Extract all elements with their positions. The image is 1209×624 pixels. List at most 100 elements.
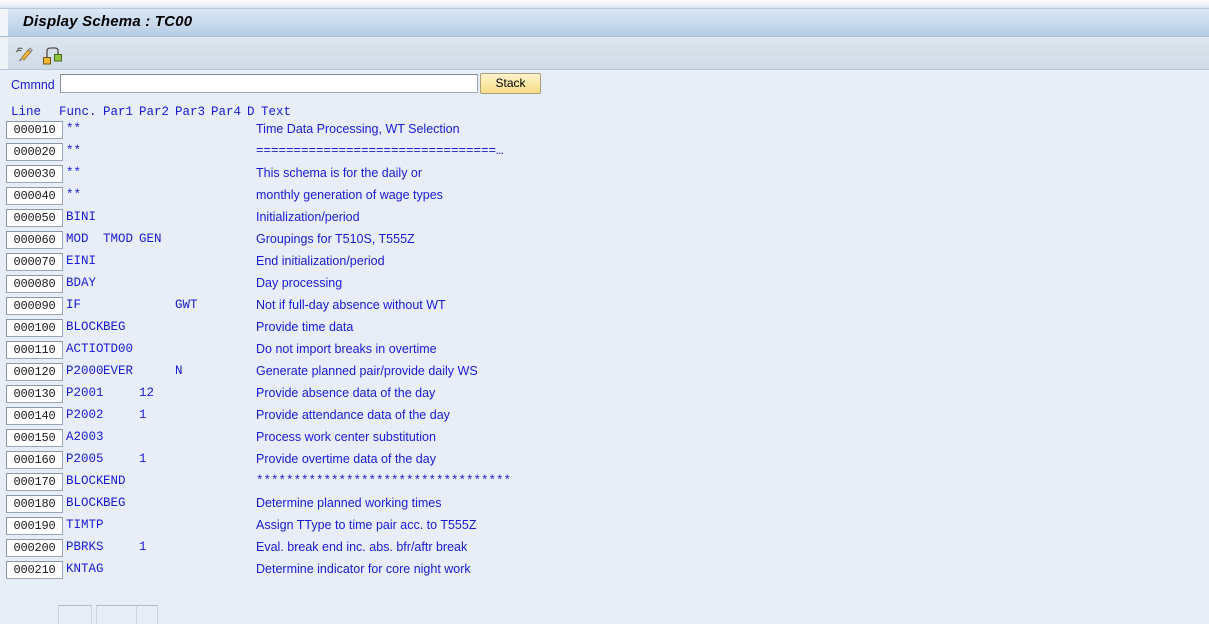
- cell-par1: BEG: [103, 496, 126, 510]
- line-number-box[interactable]: 000020: [6, 143, 63, 161]
- command-input[interactable]: [60, 74, 478, 93]
- cell-text: End initialization/period: [256, 254, 385, 268]
- cell-func: P2002: [66, 408, 104, 422]
- cell-par2: 1: [139, 408, 147, 422]
- cell-func: **: [66, 188, 82, 202]
- command-row: Cmmnd Stack: [0, 71, 1209, 102]
- cell-func: MOD: [66, 232, 89, 246]
- table-row[interactable]: 000070 EINI End initialization/period: [0, 253, 1209, 275]
- cell-text: ================================…: [256, 144, 504, 158]
- line-number-box[interactable]: 000170: [6, 473, 63, 491]
- cell-func: **: [66, 166, 82, 180]
- cell-func: **: [66, 122, 82, 136]
- cell-par3: GWT: [175, 298, 198, 312]
- cell-func: **: [66, 144, 82, 158]
- table-row[interactable]: 000160 P2005 1 Provide overtime data of the…: [0, 451, 1209, 473]
- cell-func: P2000: [66, 364, 104, 378]
- cell-text: Determine indicator for core night work: [256, 562, 471, 576]
- cell-text: Generate planned pair/provide daily WS: [256, 364, 478, 378]
- line-number-box[interactable]: 000150: [6, 429, 63, 447]
- line-number-box[interactable]: 000160: [6, 451, 63, 469]
- table-row[interactable]: 000030 ** This schema is for the daily or: [0, 165, 1209, 187]
- table-row[interactable]: 000130 P2001 12 Provide absence data of the…: [0, 385, 1209, 407]
- table-row[interactable]: 000040 ** monthly generation of wage types: [0, 187, 1209, 209]
- line-number-box[interactable]: 000120: [6, 363, 63, 381]
- cell-text: Eval. break end inc. abs. bfr/aftr break: [256, 540, 468, 554]
- cell-par1: TD00: [103, 342, 134, 356]
- line-number-box[interactable]: 000100: [6, 319, 63, 337]
- structure-hierarchy-icon[interactable]: [40, 42, 64, 66]
- line-number-box[interactable]: 000030: [6, 165, 63, 183]
- table-row[interactable]: 000060 MOD TMOD GEN Groupings for T510S, T55…: [0, 231, 1209, 253]
- schema-table: Line Func. Par1 Par2 Par3 Par4 D Text 00…: [0, 104, 1209, 583]
- cell-func: PBRKS: [66, 540, 104, 554]
- cell-text: Determine planned working times: [256, 496, 442, 510]
- cell-text: Provide overtime data of the day: [256, 452, 436, 466]
- line-number-box[interactable]: 000060: [6, 231, 63, 249]
- table-row[interactable]: 000020 ** ================================…: [0, 143, 1209, 165]
- table-row[interactable]: 000190 TIMTP Assign TType to time pair acc…: [0, 517, 1209, 539]
- cell-par2: 1: [139, 452, 147, 466]
- cell-par2: 12: [139, 386, 155, 400]
- cell-text: Groupings for T510S, T555Z: [256, 232, 415, 246]
- cell-func: P2005: [66, 452, 104, 466]
- table-row[interactable]: 000120 P2000 EVER N Generate planned pair/pr…: [0, 363, 1209, 385]
- bottom-button-1[interactable]: [58, 605, 92, 624]
- cell-func: KNTAG: [66, 562, 104, 576]
- table-row[interactable]: 000200 PBRKS 1 Eval. break end inc. abs. bf…: [0, 539, 1209, 561]
- table-rows: 000010 ** Time Data Processing, WT Selecti…: [0, 121, 1209, 583]
- cell-par3: N: [175, 364, 183, 378]
- line-number-box[interactable]: 000040: [6, 187, 63, 205]
- cell-func: EINI: [66, 254, 97, 268]
- cell-text: Day processing: [256, 276, 343, 290]
- cell-par1: BEG: [103, 320, 126, 334]
- cell-func: BDAY: [66, 276, 97, 290]
- table-row[interactable]: 000150 A2003 Process work center substitut…: [0, 429, 1209, 451]
- table-row[interactable]: 000010 ** Time Data Processing, WT Selecti…: [0, 121, 1209, 143]
- table-row[interactable]: 000100 BLOCK BEG Provide time data: [0, 319, 1209, 341]
- cell-func: BLOCK: [66, 496, 104, 510]
- line-number-box[interactable]: 000070: [6, 253, 63, 271]
- cell-text: Provide absence data of the day: [256, 386, 436, 400]
- table-row[interactable]: 000080 BDAY Day processing: [0, 275, 1209, 297]
- line-number-box[interactable]: 000010: [6, 121, 63, 139]
- line-number-box[interactable]: 000110: [6, 341, 63, 359]
- table-row[interactable]: 000140 P2002 1 Provide attendance data of t…: [0, 407, 1209, 429]
- sap-window: Display Schema : TC00 © www.tutorialkart: [0, 0, 1209, 624]
- table-row[interactable]: 000090 IF GWT Not if full-day absence witho…: [0, 297, 1209, 319]
- column-header-par3: Par3: [175, 105, 206, 119]
- line-number-box[interactable]: 000080: [6, 275, 63, 293]
- cell-func: BINI: [66, 210, 97, 224]
- cell-text: Process work center substitution: [256, 430, 436, 444]
- cell-par1: TMOD: [103, 232, 134, 246]
- title-bar-left-edge: [0, 9, 8, 36]
- edit-pencil-icon[interactable]: [12, 42, 36, 66]
- line-number-box[interactable]: 000140: [6, 407, 63, 425]
- cell-text: **********************************: [256, 474, 512, 488]
- line-number-box[interactable]: 000180: [6, 495, 63, 513]
- line-number-box[interactable]: 000130: [6, 385, 63, 403]
- cell-func: P2001: [66, 386, 104, 400]
- line-number-box[interactable]: 000200: [6, 539, 63, 557]
- cell-func: A2003: [66, 430, 104, 444]
- bottom-button-3[interactable]: [136, 605, 158, 624]
- line-number-box[interactable]: 000190: [6, 517, 63, 535]
- cell-text: Initialization/period: [256, 210, 360, 224]
- stack-button[interactable]: Stack: [480, 73, 541, 94]
- column-header-par1: Par1: [103, 105, 134, 119]
- column-header-line: Line: [11, 105, 42, 119]
- cell-text: Provide time data: [256, 320, 354, 334]
- table-row[interactable]: 000210 KNTAG Determine indicator for core …: [0, 561, 1209, 583]
- line-number-box[interactable]: 000050: [6, 209, 63, 227]
- line-number-box[interactable]: 000090: [6, 297, 63, 315]
- cell-text: Do not import breaks in overtime: [256, 342, 437, 356]
- bottom-button-bar: [0, 605, 1209, 624]
- table-row[interactable]: 000170 BLOCK END **************************…: [0, 473, 1209, 495]
- table-row[interactable]: 000180 BLOCK BEG Determine planned working …: [0, 495, 1209, 517]
- table-row[interactable]: 000110 ACTIO TD00 Do not import breaks in o…: [0, 341, 1209, 363]
- table-row[interactable]: 000050 BINI Initialization/period: [0, 209, 1209, 231]
- cell-func: ACTIO: [66, 342, 104, 356]
- cell-text: monthly generation of wage types: [256, 188, 443, 202]
- line-number-box[interactable]: 000210: [6, 561, 63, 579]
- cell-text: Provide attendance data of the day: [256, 408, 450, 422]
